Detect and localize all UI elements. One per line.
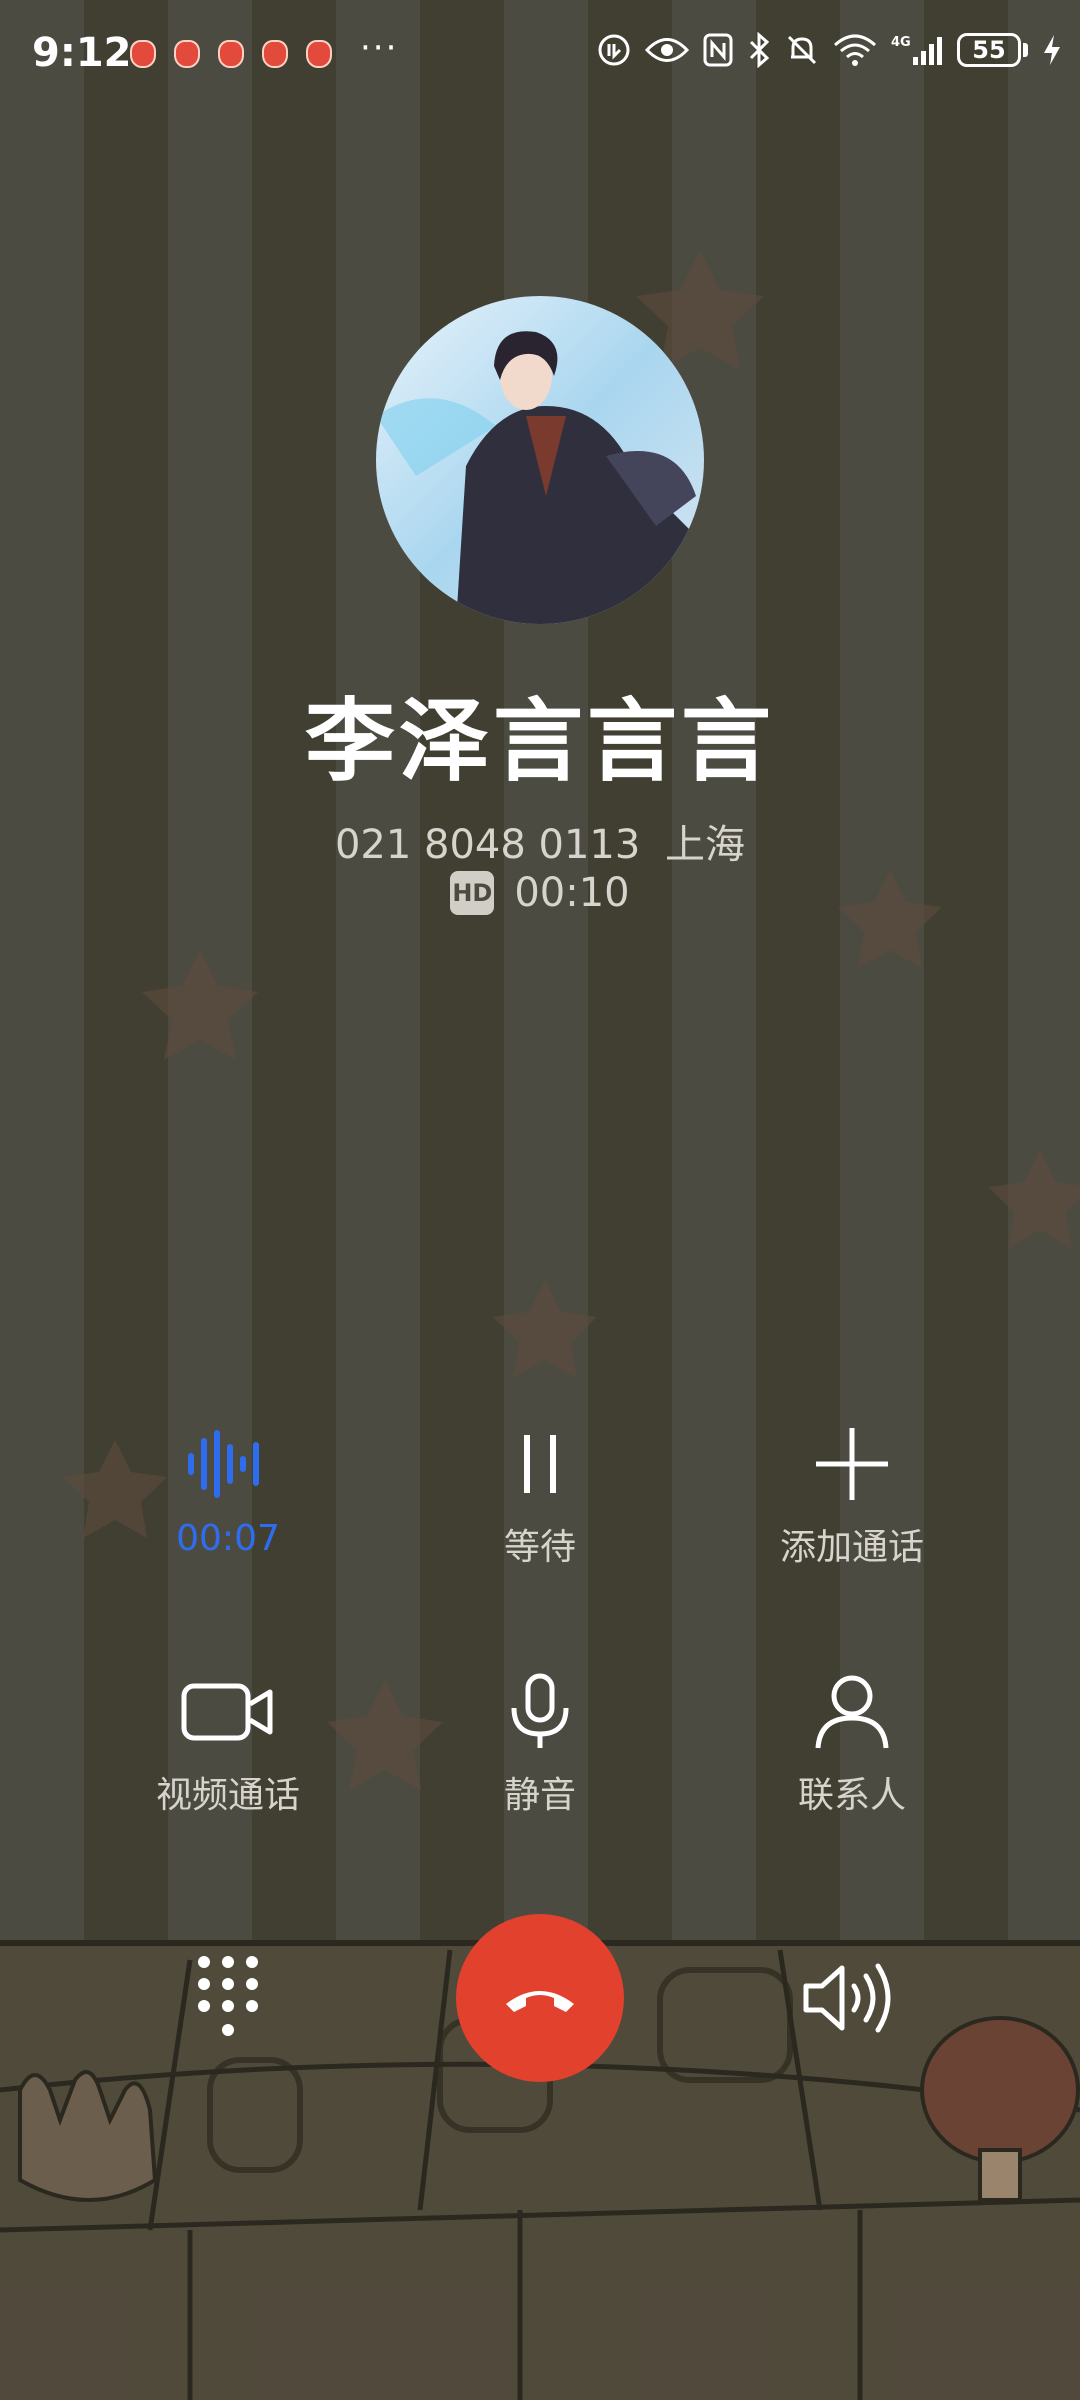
person-icon <box>815 1675 889 1749</box>
add-call-label: 添加通话 <box>779 1527 924 1568</box>
caller-number: 021 8048 0113 <box>334 822 641 868</box>
caller-location: 上海 <box>665 822 746 868</box>
dialpad-icon <box>198 1956 258 2036</box>
system-icons: 4G 55 <box>597 32 1062 68</box>
record-button[interactable]: 00:07 <box>78 1414 378 1574</box>
battery-icon: 55 <box>957 33 1028 67</box>
contacts-button[interactable]: 联系人 <box>702 1662 1002 1822</box>
microphone-icon <box>511 1673 569 1748</box>
dialpad-button[interactable] <box>188 1952 268 2042</box>
pause-icon <box>524 1435 556 1493</box>
strawberry-notification-icon <box>174 40 200 68</box>
strawberry-notification-icon <box>130 40 156 68</box>
status-time: 9:12 <box>32 30 132 76</box>
caller-avatar <box>376 296 704 624</box>
call-duration: 00:10 <box>514 870 630 916</box>
video-camera-icon <box>181 1683 273 1741</box>
mute-label: 静音 <box>503 1775 576 1816</box>
wifi-icon <box>833 34 877 66</box>
strawberry-notification-icon <box>262 40 288 68</box>
svg-text:4G: 4G <box>891 35 911 50</box>
status-bar: 9:12 ··· 4G 55 <box>0 0 1080 110</box>
add-call-button[interactable]: 添加通话 <box>702 1414 1002 1574</box>
hold-button[interactable]: 等待 <box>390 1414 690 1574</box>
hang-up-icon <box>506 1991 574 2012</box>
speaker-button[interactable] <box>800 1956 900 2040</box>
mute-button[interactable]: 静音 <box>390 1662 690 1822</box>
caller-name: 李泽言言言 <box>305 689 775 794</box>
data-saver-icon <box>598 34 630 66</box>
eye-icon <box>645 38 689 62</box>
hd-badge: HD <box>450 871 495 915</box>
battery-level: 55 <box>957 33 1021 67</box>
video-call-button[interactable]: 视频通话 <box>78 1662 378 1822</box>
video-call-label: 视频通话 <box>155 1775 300 1816</box>
call-duration-row: HD 00:10 <box>0 870 1080 916</box>
notification-icons <box>130 40 332 68</box>
charging-icon <box>1044 35 1060 65</box>
record-duration-label: 00:07 <box>176 1518 280 1559</box>
end-call-button[interactable] <box>456 1914 624 2082</box>
strawberry-notification-icon <box>306 40 332 68</box>
mute-bell-icon <box>787 35 817 65</box>
caller-number-line: 021 8048 0113 上海 <box>0 812 1080 870</box>
speaker-icon <box>803 1963 891 2033</box>
plus-icon <box>816 1428 888 1500</box>
bluetooth-icon <box>749 32 770 68</box>
nfc-icon <box>703 33 733 67</box>
hold-label: 等待 <box>503 1527 576 1568</box>
contacts-label: 联系人 <box>797 1775 906 1816</box>
strawberry-notification-icon <box>218 40 244 68</box>
4g-signal-icon: 4G <box>891 35 942 65</box>
more-notifications-indicator: ··· <box>360 28 399 68</box>
voice-recording-icon <box>188 1430 259 1498</box>
